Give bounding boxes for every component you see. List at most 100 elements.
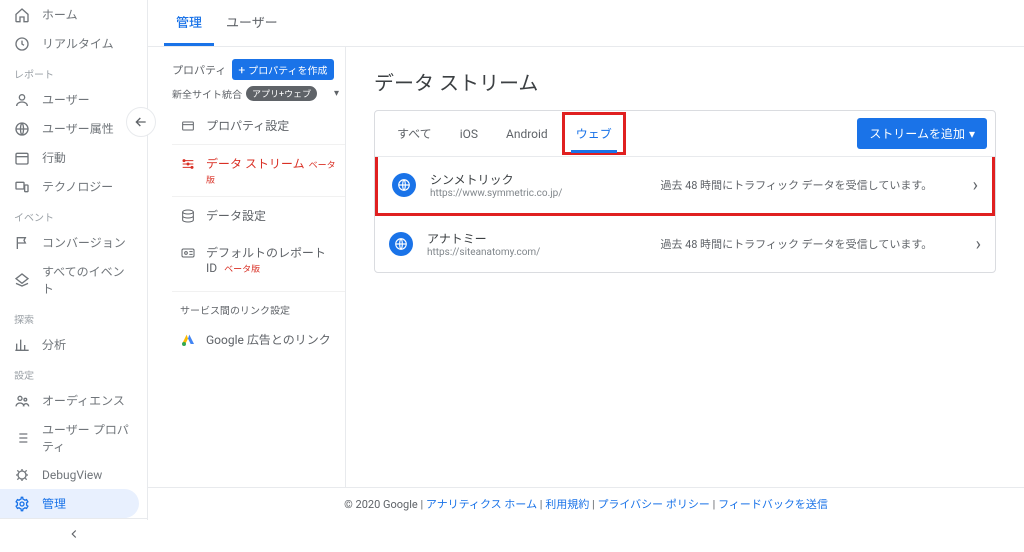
chevron-right-icon: › bbox=[976, 234, 981, 255]
stream-url: https://siteanatomy.com/ bbox=[427, 247, 617, 258]
streamtab-android[interactable]: Android bbox=[492, 114, 562, 154]
left-nav: ホーム リアルタイム レポート ユーザー ユーザー属性 行動 テクノロジー イベ… bbox=[0, 0, 148, 520]
chart-icon bbox=[14, 337, 30, 353]
nav-group-settings: 設定 bbox=[0, 359, 147, 386]
people-icon bbox=[14, 393, 30, 409]
add-stream-button[interactable]: ストリームを追加▾ bbox=[857, 118, 987, 149]
property-column: プロパティ +プロパティを作成 新全サイト統合 アプリ+ウェブ ▾ プロパティ設… bbox=[148, 47, 346, 487]
footer: © 2020 Google | アナリティクス ホーム | 利用規約 | プライ… bbox=[148, 487, 1024, 520]
dropdown-caret-icon: ▾ bbox=[334, 88, 339, 99]
nav-userattr[interactable]: ユーザー属性 bbox=[0, 114, 147, 143]
stream-icon bbox=[180, 156, 196, 172]
content-area: データ ストリーム すべて iOS Android ウェブ ストリームを追加▾ … bbox=[346, 47, 1024, 487]
footer-link-privacy[interactable]: プライバシー ポリシー bbox=[597, 498, 710, 511]
nav-audience[interactable]: オーディエンス bbox=[0, 386, 147, 415]
globe-icon bbox=[14, 121, 30, 137]
create-property-button[interactable]: +プロパティを作成 bbox=[232, 59, 333, 80]
list-icon bbox=[14, 430, 30, 446]
tag-icon bbox=[14, 272, 30, 288]
footer-link-home[interactable]: アナリティクス ホーム bbox=[426, 498, 537, 511]
appweb-badge: アプリ+ウェブ bbox=[246, 86, 317, 101]
collapse-nav-button[interactable] bbox=[0, 518, 147, 552]
stream-names: シンメトリック https://www.symmetric.co.jp/ bbox=[430, 171, 620, 199]
top-tabs: 管理 ユーザー bbox=[148, 0, 1024, 47]
midnav-googleads-label: Google 広告とのリンク bbox=[206, 331, 331, 348]
nav-behavior[interactable]: 行動 bbox=[0, 143, 147, 172]
devices-icon bbox=[14, 179, 30, 195]
nav-home[interactable]: ホーム bbox=[0, 0, 147, 29]
id-icon bbox=[180, 245, 196, 261]
property-selector[interactable]: 新全サイト統合 アプリ+ウェブ ▾ bbox=[172, 86, 345, 101]
midnav-datastreams-label: データ ストリーム bbox=[206, 157, 305, 171]
database-icon bbox=[180, 208, 196, 224]
gear-icon bbox=[14, 496, 30, 512]
back-button[interactable] bbox=[126, 107, 156, 137]
nav-technology[interactable]: テクノロジー bbox=[0, 172, 147, 201]
app-root: ホーム リアルタイム レポート ユーザー ユーザー属性 行動 テクノロジー イベ… bbox=[0, 0, 1024, 520]
nav-technology-label: テクノロジー bbox=[42, 178, 113, 195]
midnav-property-settings[interactable]: プロパティ設定 bbox=[172, 107, 345, 144]
body: プロパティ +プロパティを作成 新全サイト統合 アプリ+ウェブ ▾ プロパティ設… bbox=[148, 47, 1024, 487]
nav-behavior-label: 行動 bbox=[42, 149, 66, 166]
nav-debugview-label: DebugView bbox=[42, 468, 102, 482]
stream-url: https://www.symmetric.co.jp/ bbox=[430, 188, 620, 199]
footer-link-feedback[interactable]: フィードバックを送信 bbox=[718, 498, 828, 511]
nav-realtime-label: リアルタイム bbox=[42, 35, 114, 52]
nav-debugview[interactable]: DebugView bbox=[0, 461, 147, 489]
stream-tabs: すべて iOS Android ウェブ ストリームを追加▾ bbox=[375, 111, 995, 157]
midnav-datasettings-label: データ設定 bbox=[206, 207, 266, 224]
page-title: データ ストリーム bbox=[374, 67, 996, 96]
nav-conversion[interactable]: コンバージョン bbox=[0, 228, 147, 257]
nav-admin-label: 管理 bbox=[42, 495, 66, 512]
nav-users-label: ユーザー bbox=[42, 91, 90, 108]
stream-name: シンメトリック bbox=[430, 171, 620, 188]
bug-icon bbox=[14, 467, 30, 483]
nav-userprop-label: ユーザー プロパティ bbox=[42, 421, 133, 455]
midnav-googleads[interactable]: Google 広告とのリンク bbox=[172, 321, 345, 358]
home-icon bbox=[14, 7, 30, 23]
property-nav-list: プロパティ設定 データ ストリームベータ版 データ設定 デフォルトのレポート I… bbox=[172, 107, 345, 358]
clock-icon bbox=[14, 36, 30, 52]
nav-allevents-label: すべてのイベント bbox=[42, 263, 133, 297]
nav-conversion-label: コンバージョン bbox=[42, 234, 126, 251]
nav-group-explore: 探索 bbox=[0, 303, 147, 330]
nav-group-report: レポート bbox=[0, 58, 147, 85]
property-label: プロパティ bbox=[172, 62, 226, 78]
chevron-right-icon: › bbox=[973, 175, 978, 196]
nav-admin[interactable]: 管理 bbox=[0, 489, 139, 518]
midnav-section-linking: サービス間のリンク設定 bbox=[172, 291, 345, 321]
footer-link-terms[interactable]: 利用規約 bbox=[545, 498, 589, 511]
nav-users[interactable]: ユーザー bbox=[0, 85, 147, 114]
tab-admin[interactable]: 管理 bbox=[164, 0, 214, 46]
flag-icon bbox=[14, 235, 30, 251]
stream-row[interactable]: シンメトリック https://www.symmetric.co.jp/ 過去 … bbox=[375, 157, 995, 216]
card-icon bbox=[180, 118, 196, 134]
midnav-datastreams[interactable]: データ ストリームベータ版 bbox=[172, 144, 345, 197]
user-icon bbox=[14, 92, 30, 108]
stream-name: アナトミー bbox=[427, 230, 617, 247]
main-area: 管理 ユーザー プロパティ +プロパティを作成 新全サイト統合 アプリ+ウェブ … bbox=[148, 0, 1024, 520]
stream-names: アナトミー https://siteanatomy.com/ bbox=[427, 230, 617, 258]
tab-user[interactable]: ユーザー bbox=[214, 0, 290, 46]
google-ads-icon bbox=[180, 332, 196, 348]
nav-userprop[interactable]: ユーザー プロパティ bbox=[0, 415, 147, 461]
nav-group-event: イベント bbox=[0, 201, 147, 228]
nav-userattr-label: ユーザー属性 bbox=[42, 120, 114, 137]
streamtab-ios[interactable]: iOS bbox=[446, 114, 492, 154]
stream-row[interactable]: アナトミー https://siteanatomy.com/ 過去 48 時間に… bbox=[375, 216, 995, 272]
dropdown-caret-icon: ▾ bbox=[969, 127, 975, 141]
streamtab-web[interactable]: ウェブ bbox=[562, 112, 626, 155]
nav-realtime[interactable]: リアルタイム bbox=[0, 29, 147, 58]
nav-analysis-label: 分析 bbox=[42, 336, 66, 353]
stream-status: 過去 48 時間にトラフィック データを受信しています。 bbox=[634, 177, 959, 193]
midnav-defaultreport[interactable]: デフォルトのレポート ID ベータ版 bbox=[172, 234, 345, 285]
footer-copyright: © 2020 Google bbox=[344, 498, 418, 511]
web-icon bbox=[392, 173, 416, 197]
nav-allevents[interactable]: すべてのイベント bbox=[0, 257, 147, 303]
property-site-name: 新全サイト統合 bbox=[172, 86, 242, 101]
property-header: プロパティ +プロパティを作成 bbox=[172, 59, 345, 80]
streamtab-all[interactable]: すべて bbox=[383, 112, 446, 155]
calendar-icon bbox=[14, 150, 30, 166]
midnav-datasettings[interactable]: データ設定 bbox=[172, 197, 345, 234]
nav-analysis[interactable]: 分析 bbox=[0, 330, 147, 359]
